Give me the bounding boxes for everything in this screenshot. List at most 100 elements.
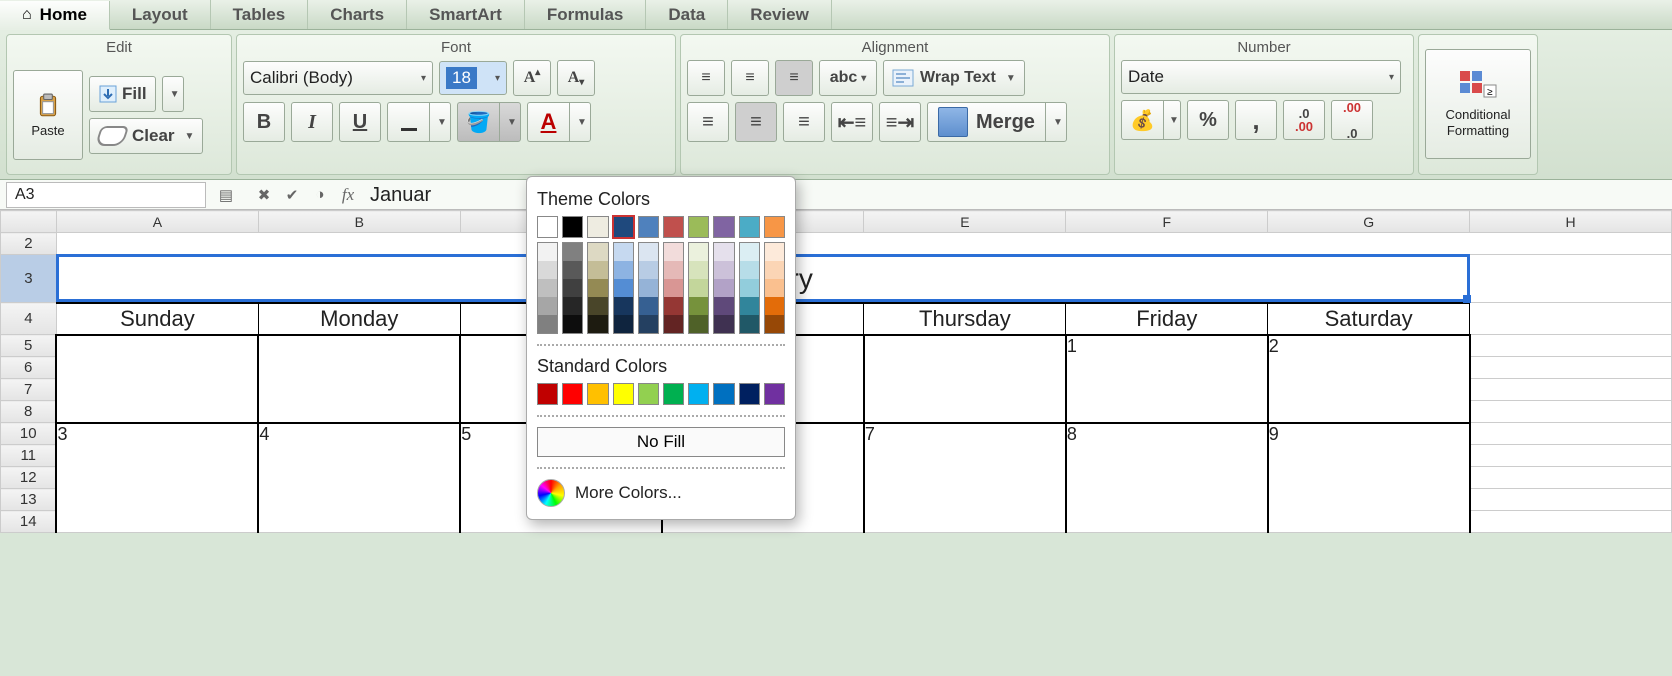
theme-shade-swatch[interactable] <box>714 297 733 315</box>
theme-color-swatch[interactable] <box>613 216 634 238</box>
theme-shade-swatch[interactable] <box>538 279 557 297</box>
row-header[interactable]: 2 <box>1 233 57 255</box>
theme-shade-swatch[interactable] <box>689 261 708 279</box>
theme-shade-swatch[interactable] <box>714 315 733 333</box>
theme-shade-swatch[interactable] <box>714 279 733 297</box>
theme-shade-swatch[interactable] <box>538 315 557 333</box>
theme-shade-swatch[interactable] <box>563 261 582 279</box>
calendar-cell[interactable]: 1 <box>1066 335 1268 423</box>
theme-shade-swatch[interactable] <box>588 315 607 333</box>
theme-shade-swatch[interactable] <box>765 261 784 279</box>
theme-shade-swatch[interactable] <box>689 279 708 297</box>
standard-color-swatch[interactable] <box>663 383 684 405</box>
paste-button[interactable]: Paste <box>13 70 83 160</box>
theme-shade-swatch[interactable] <box>614 279 633 297</box>
col-header-E[interactable]: E <box>864 211 1066 233</box>
theme-shade-swatch[interactable] <box>740 261 759 279</box>
theme-shade-swatch[interactable] <box>740 297 759 315</box>
theme-shade-swatch[interactable] <box>614 243 633 261</box>
day-header[interactable]: Sunday <box>56 303 258 335</box>
calendar-cell[interactable] <box>864 335 1066 423</box>
grow-font-button[interactable]: A▴ <box>513 60 551 96</box>
merge-button[interactable]: Merge <box>927 102 1045 142</box>
border-menu[interactable]: ▼ <box>429 102 451 142</box>
underline-button[interactable]: U <box>339 102 381 142</box>
align-top-button[interactable]: ≡ <box>687 60 725 96</box>
tab-smartart[interactable]: SmartArt <box>407 0 525 29</box>
fx-button[interactable]: fx <box>334 182 362 208</box>
theme-color-swatch[interactable] <box>638 216 659 238</box>
theme-shade-swatch[interactable] <box>664 279 683 297</box>
row-header[interactable]: 4 <box>1 303 57 335</box>
calendar-cell[interactable]: 4 <box>258 423 460 533</box>
theme-shade-swatch[interactable] <box>689 297 708 315</box>
theme-color-swatch[interactable] <box>739 216 760 238</box>
fill-color-menu[interactable]: ▼ <box>499 102 521 142</box>
theme-shade-swatch[interactable] <box>614 297 633 315</box>
theme-shade-swatch[interactable] <box>538 243 557 261</box>
comma-button[interactable]: , <box>1235 100 1277 140</box>
spreadsheet-grid[interactable]: A B C D E F G H 2 3 January 4 Sunday Mon… <box>0 210 1672 533</box>
calendar-cell[interactable] <box>258 335 460 423</box>
font-name-select[interactable]: Calibri (Body)▾ <box>243 61 433 95</box>
row-header[interactable]: 12 <box>1 467 57 489</box>
row-header[interactable]: 3 <box>1 255 57 303</box>
formula-builder-button[interactable]: ◑ <box>306 182 334 208</box>
row-header[interactable]: 6 <box>1 357 57 379</box>
percent-button[interactable]: % <box>1187 100 1229 140</box>
col-header-F[interactable]: F <box>1066 211 1268 233</box>
day-header[interactable]: Friday <box>1066 303 1268 335</box>
standard-color-swatch[interactable] <box>562 383 583 405</box>
name-box-stepper[interactable]: ▤ <box>212 182 240 208</box>
theme-shade-swatch[interactable] <box>538 297 557 315</box>
theme-shade-swatch[interactable] <box>664 315 683 333</box>
theme-shade-swatch[interactable] <box>740 243 759 261</box>
more-colors-button[interactable]: More Colors... <box>537 479 785 507</box>
tab-layout[interactable]: Layout <box>110 0 211 29</box>
theme-shade-swatch[interactable] <box>588 261 607 279</box>
currency-button[interactable]: 💰 <box>1121 100 1163 140</box>
decrease-decimal-button[interactable]: .0.00 <box>1283 100 1325 140</box>
align-right-button[interactable]: ≡ <box>783 102 825 142</box>
calendar-cell[interactable]: 8 <box>1066 423 1268 533</box>
tab-charts[interactable]: Charts <box>308 0 407 29</box>
col-header-G[interactable]: G <box>1268 211 1470 233</box>
theme-shade-swatch[interactable] <box>740 315 759 333</box>
align-middle-button[interactable]: ≡ <box>731 60 769 96</box>
theme-shade-swatch[interactable] <box>639 297 658 315</box>
day-header[interactable]: Monday <box>258 303 460 335</box>
fill-color-button[interactable]: 🪣 <box>457 102 499 142</box>
theme-shade-swatch[interactable] <box>639 261 658 279</box>
decrease-indent-button[interactable]: ⇤≡ <box>831 102 873 142</box>
calendar-cell[interactable] <box>56 335 258 423</box>
standard-color-swatch[interactable] <box>713 383 734 405</box>
theme-shade-swatch[interactable] <box>639 279 658 297</box>
theme-shade-swatch[interactable] <box>714 261 733 279</box>
theme-shade-swatch[interactable] <box>639 315 658 333</box>
theme-shade-swatch[interactable] <box>689 315 708 333</box>
row-header[interactable]: 10 <box>1 423 57 445</box>
theme-shade-swatch[interactable] <box>689 243 708 261</box>
calendar-cell[interactable]: 9 <box>1268 423 1470 533</box>
col-header-A[interactable]: A <box>56 211 258 233</box>
increase-decimal-button[interactable]: .00.0 <box>1331 100 1373 140</box>
cancel-formula-button[interactable]: ✖ <box>250 182 278 208</box>
accept-formula-button[interactable]: ✔ <box>278 182 306 208</box>
theme-shade-swatch[interactable] <box>765 297 784 315</box>
theme-shade-swatch[interactable] <box>588 279 607 297</box>
currency-menu[interactable]: ▼ <box>1163 100 1181 140</box>
theme-shade-swatch[interactable] <box>563 279 582 297</box>
theme-shade-swatch[interactable] <box>614 261 633 279</box>
day-header[interactable]: Thursday <box>864 303 1066 335</box>
align-left-button[interactable]: ≡ <box>687 102 729 142</box>
row-header[interactable]: 11 <box>1 445 57 467</box>
theme-shade-swatch[interactable] <box>740 279 759 297</box>
theme-color-swatch[interactable] <box>587 216 608 238</box>
theme-shade-swatch[interactable] <box>664 297 683 315</box>
wrap-text-button[interactable]: Wrap Text▼ <box>883 60 1025 96</box>
theme-shade-swatch[interactable] <box>614 315 633 333</box>
theme-shade-swatch[interactable] <box>563 315 582 333</box>
day-header[interactable]: Saturday <box>1268 303 1470 335</box>
col-header-H[interactable]: H <box>1470 211 1672 233</box>
standard-color-swatch[interactable] <box>587 383 608 405</box>
